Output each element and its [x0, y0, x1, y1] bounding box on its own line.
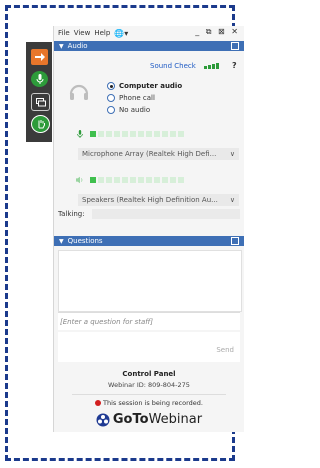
computer-audio-label: Computer audio — [119, 82, 183, 90]
radio-icon[interactable] — [107, 94, 115, 102]
panel-footer: Control Panel Webinar ID: 809-804-275 Th… — [54, 366, 244, 432]
gotowebinar-logo: GoTo Webinar — [54, 412, 244, 427]
screen-view-button[interactable] — [31, 93, 50, 111]
popout-icon[interactable] — [231, 237, 239, 245]
collapse-triangle-icon: ▼ — [59, 42, 64, 50]
brand-webinar: Webinar — [148, 412, 203, 427]
audio-help-button[interactable]: ? — [232, 61, 237, 70]
microphone-icon — [77, 130, 83, 138]
sound-check-link[interactable]: Sound Check — [150, 62, 196, 70]
menu-file[interactable]: File — [58, 29, 70, 37]
recording-text: This session is being recorded. — [103, 399, 203, 407]
questions-title: Questions — [67, 237, 103, 245]
computer-audio-option[interactable]: Computer audio — [107, 82, 182, 90]
speaker-level-meter — [76, 176, 186, 184]
divider — [72, 394, 226, 395]
record-dot-icon — [95, 400, 102, 406]
menu-bar: File View Help 🌐▾ _ ⧉ ⊠ ✕ — [54, 26, 244, 40]
audio-title: Audio — [67, 42, 88, 50]
microphone-icon — [36, 74, 43, 84]
chevron-down-icon: ∨ — [229, 196, 235, 204]
screen-icon — [35, 97, 46, 106]
question-compose-area[interactable]: Send — [58, 332, 240, 362]
headset-icon — [69, 84, 89, 100]
question-input[interactable]: [Enter a question for staff] — [58, 312, 240, 330]
window-controls[interactable]: _ ⧉ ⊠ ✕ — [195, 27, 240, 37]
radio-icon[interactable] — [107, 106, 115, 114]
questions-log — [58, 250, 242, 312]
signal-bars-icon — [204, 63, 219, 69]
arrow-right-icon — [34, 53, 45, 61]
chevron-down-icon: ∨ — [229, 150, 235, 158]
questions-header[interactable]: ▼ Questions — [54, 236, 244, 246]
hand-icon — [38, 120, 45, 129]
gotowebinar-logo-icon — [96, 413, 110, 426]
phone-call-option[interactable]: Phone call — [107, 94, 155, 102]
audio-header[interactable]: ▼ Audio — [54, 41, 244, 51]
collapse-panel-button[interactable] — [31, 49, 48, 65]
radio-selected-icon[interactable] — [107, 82, 115, 90]
no-audio-label: No audio — [119, 106, 151, 114]
microphone-select[interactable]: Microphone Array (Realtek High Defi... ∨ — [78, 148, 239, 160]
no-audio-option[interactable]: No audio — [107, 106, 150, 114]
menu-help[interactable]: Help — [94, 29, 110, 37]
talking-label: Talking: — [58, 210, 85, 218]
collapse-triangle-icon: ▼ — [59, 237, 64, 245]
control-panel-title: Control Panel — [122, 370, 176, 378]
speaker-icon — [76, 176, 83, 184]
speaker-select[interactable]: Speakers (Realtek High Definition Au... … — [78, 194, 239, 206]
mic-level-meter — [76, 130, 186, 138]
speaker-select-value: Speakers (Realtek High Definition Au... — [82, 196, 218, 204]
microphone-select-value: Microphone Array (Realtek High Defi... — [82, 150, 217, 158]
raise-hand-button[interactable] — [31, 115, 50, 133]
webinar-id: Webinar ID: 809-804-275 — [108, 381, 190, 389]
recording-notice: This session is being recorded. — [54, 399, 244, 407]
phone-call-label: Phone call — [119, 94, 155, 102]
control-rail — [26, 42, 52, 142]
talking-field — [92, 209, 240, 219]
menu-view[interactable]: View — [74, 29, 91, 37]
brand-goto: GoTo — [112, 412, 149, 427]
microphone-button[interactable] — [31, 71, 48, 87]
send-button[interactable]: Send — [216, 346, 234, 354]
popout-icon[interactable] — [231, 42, 239, 50]
globe-icon[interactable]: 🌐▾ — [114, 29, 128, 38]
control-panel: File View Help 🌐▾ _ ⧉ ⊠ ✕ ▼ Audio Sound … — [53, 26, 244, 432]
